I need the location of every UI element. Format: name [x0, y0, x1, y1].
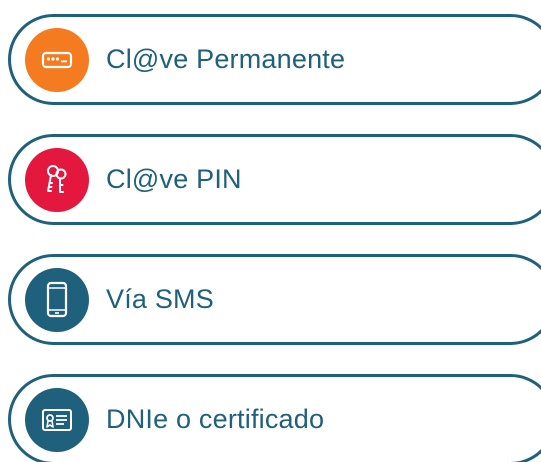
via-sms-label: Vía SMS	[106, 284, 214, 314]
clave-pin-button[interactable]: Cl@ve PIN	[8, 134, 541, 225]
login-options-panel: Cl@ve Permanente Cl@ve PIN Vía SMS DNIe …	[0, 0, 541, 462]
via-sms-button[interactable]: Vía SMS	[8, 254, 541, 345]
clave-pin-label: Cl@ve PIN	[106, 164, 242, 194]
keys-icon	[25, 147, 89, 212]
mobile-phone-icon	[25, 267, 89, 332]
dnie-certificado-label: DNIe o certificado	[106, 404, 325, 434]
password-dots-icon	[25, 27, 89, 92]
dnie-certificado-button[interactable]: DNIe o certificado	[8, 374, 541, 462]
certificate-icon	[25, 387, 89, 452]
clave-permanente-label: Cl@ve Permanente	[106, 44, 346, 74]
clave-permanente-button[interactable]: Cl@ve Permanente	[8, 14, 541, 105]
